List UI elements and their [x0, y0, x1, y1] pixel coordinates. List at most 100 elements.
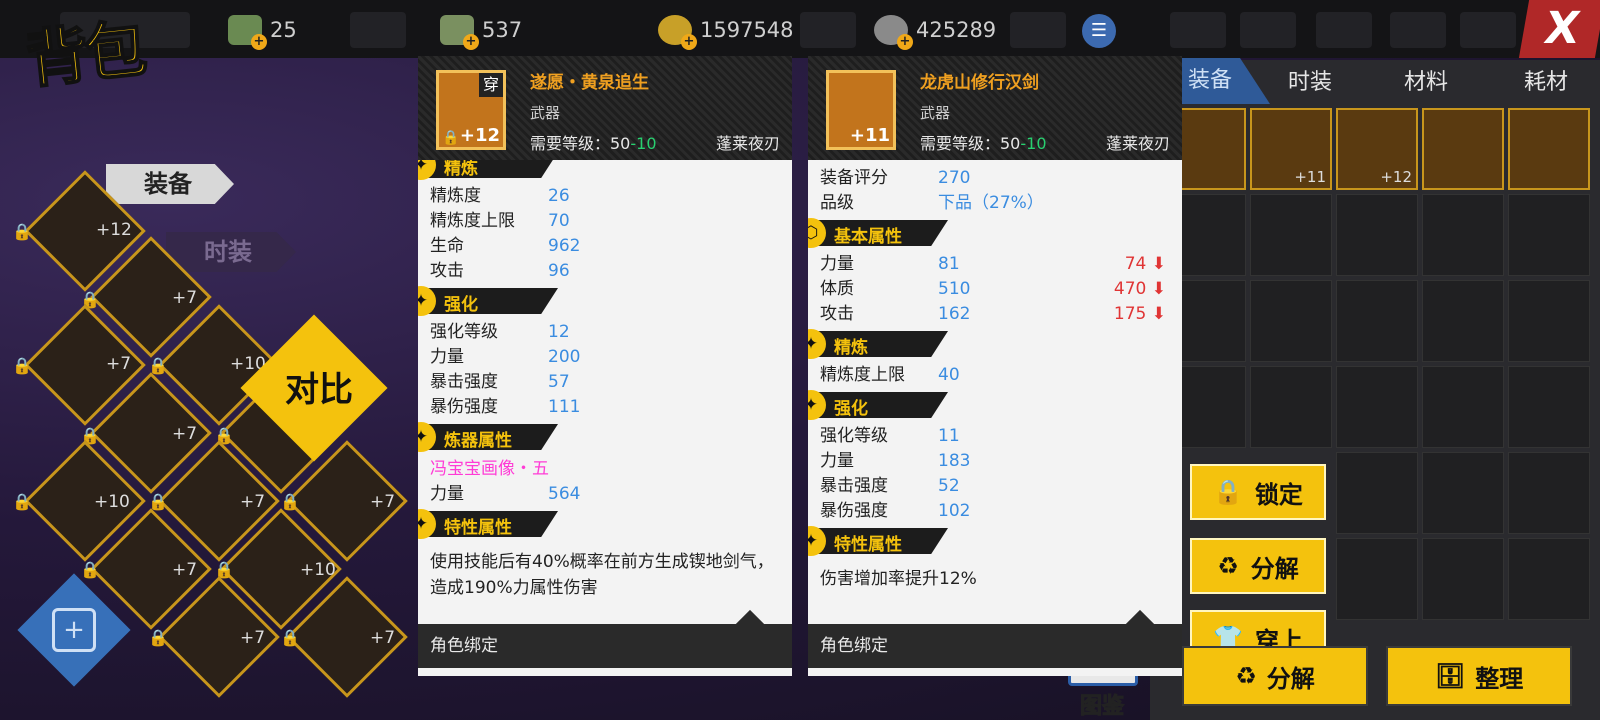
inventory-item[interactable]: +11 [1250, 108, 1332, 190]
category-tab-material[interactable]: 材料 [1356, 62, 1496, 104]
lock-icon: 🔒 [80, 560, 100, 579]
top-slot [1010, 12, 1066, 48]
item-requirement: 需要等级：50-10 [920, 130, 1047, 154]
currency-value: 1597548 [700, 18, 794, 42]
inventory-slot[interactable] [1508, 366, 1590, 448]
stat-row: 暴伤强度 111 [430, 397, 581, 417]
organize-button[interactable]: 🗄 整理 [1386, 646, 1572, 706]
inventory-slot[interactable] [1422, 538, 1504, 620]
stat-row: 精炼度上限 40 [820, 365, 960, 385]
tray-icon: 🗄 [1434, 662, 1466, 690]
lock-button[interactable]: 🔒 锁定 [1190, 464, 1326, 520]
tab-fashion[interactable]: 时装 [166, 232, 296, 272]
card-header: 穿 🔒 +12 遂愿・黄泉追生 武器 需要等级：50-10 蓬莱夜刃 [418, 56, 792, 160]
inventory-slot[interactable] [1336, 538, 1418, 620]
top-slot [350, 12, 406, 48]
recycle-icon: ♻ [1235, 662, 1257, 690]
forge-name: 冯宝宝画像・五 [430, 459, 549, 479]
decompose-all-label: 分解 [1266, 664, 1315, 693]
item-level: +11 [1294, 168, 1326, 186]
stat-row: 体质 510 470 ⬇ [820, 279, 1166, 299]
item-level: +12 [459, 125, 500, 146]
currency-ticket[interactable]: + 25 [228, 12, 297, 50]
slot-level: +10 [300, 560, 336, 580]
medkit-icon: + [52, 608, 96, 652]
stat-row: 力量 183 [820, 451, 971, 471]
organize-label: 整理 [1475, 664, 1524, 693]
illustration-label[interactable]: 图鉴 [1079, 688, 1124, 720]
category-tab-consumable[interactable]: 耗材 [1476, 62, 1600, 104]
section-header: ✦ 特性属性 [418, 509, 558, 539]
inventory-slot[interactable] [1508, 452, 1590, 534]
arrow-down-icon: ⬇ [1151, 254, 1166, 274]
tab-equipment[interactable]: 装备 [106, 164, 234, 204]
stat-row: 攻击 96 [430, 261, 570, 281]
stat-row: 暴击强度 52 [820, 476, 960, 496]
lock-icon: 🔒 [1213, 478, 1243, 506]
currency-value: 25 [270, 18, 297, 42]
requirement-bonus: -10 [630, 134, 657, 153]
top-slot [800, 12, 856, 48]
inventory-slot[interactable] [1336, 366, 1418, 448]
lock-label: 锁定 [1254, 480, 1303, 509]
inventory-slot[interactable] [1336, 280, 1418, 362]
currency-gold[interactable]: + 1597548 [658, 12, 794, 50]
currency-silver[interactable]: + 425289 [874, 12, 997, 50]
lock-icon: 🔒 [148, 628, 168, 647]
worn-tag: 穿 [479, 73, 503, 97]
compare-label: 对比 [285, 370, 353, 410]
section-header: ✦ 强化 [808, 390, 948, 420]
item-name: 龙虎山修行汉剑 [920, 73, 1039, 93]
inventory-slot[interactable] [1422, 366, 1504, 448]
inventory-slot[interactable] [1336, 194, 1418, 276]
inventory-slot[interactable] [1336, 452, 1418, 534]
section-header: ⬡ 基本属性 [808, 218, 948, 248]
close-button[interactable]: X [1518, 0, 1600, 58]
menu-icon[interactable]: ☰ [1082, 14, 1116, 48]
lock-icon: 🔒 [12, 356, 32, 375]
currency-cash[interactable]: + 537 [440, 12, 523, 50]
stat-row: 精炼度上限 70 [430, 211, 570, 231]
top-slot [1240, 12, 1296, 48]
item-level: +11 [849, 125, 890, 146]
inventory-slot[interactable] [1422, 452, 1504, 534]
inventory-item[interactable] [1422, 108, 1504, 190]
stat-row: 强化等级 11 [820, 426, 960, 446]
top-slot [1390, 12, 1446, 48]
inventory-slot[interactable] [1508, 194, 1590, 276]
stat-row: 精炼度 26 [430, 186, 570, 206]
inventory-slot[interactable] [1250, 194, 1332, 276]
inventory-slot[interactable] [1508, 280, 1590, 362]
item-card-current: 穿 🔒 +12 遂愿・黄泉追生 武器 需要等级：50-10 蓬莱夜刃 ✦ 精炼 精… [418, 56, 792, 676]
decompose-button[interactable]: ♻ 分解 [1190, 538, 1326, 594]
slot-level: +7 [240, 492, 266, 512]
section-header: ✦ 精炼 [418, 160, 558, 180]
stat-row: 力量 200 [430, 347, 581, 367]
currency-value: 537 [482, 18, 523, 42]
decompose-label: 分解 [1250, 554, 1299, 583]
stat-row: 装备评分 270 [820, 168, 971, 188]
lock-icon: 🔒 [214, 560, 234, 579]
inventory-item[interactable] [1508, 108, 1590, 190]
decompose-all-button[interactable]: ♻ 分解 [1182, 646, 1368, 706]
slot-level: +10 [94, 492, 130, 512]
inventory-slot[interactable] [1250, 280, 1332, 362]
item-type: 武器 [530, 104, 561, 122]
requirement-text: 需要等级：50 [920, 134, 1021, 153]
inventory-slot[interactable] [1422, 280, 1504, 362]
currency-value: 425289 [916, 18, 997, 42]
section-header: ✦ 强化 [418, 286, 558, 316]
inventory-slot[interactable] [1508, 538, 1590, 620]
top-bar: + 25 + 537 + 1597548 + 425289 [0, 0, 1600, 58]
item-set: 蓬莱夜刃 [715, 134, 780, 153]
inventory-slot[interactable] [1422, 194, 1504, 276]
card-body: 装备评分 270 品级 下品（27%） ⬡ 基本属性 力量 81 74 ⬇ 体质 510 47… [808, 160, 1182, 624]
binding-footer: 角色绑定 [808, 624, 1182, 668]
stat-row: 力量 564 [430, 484, 581, 504]
slot-level: +7 [172, 560, 198, 580]
stat-row: 暴击强度 57 [430, 372, 570, 392]
lock-icon: 🔒 [12, 492, 32, 511]
inventory-slot[interactable] [1250, 366, 1332, 448]
slot-level: +12 [96, 220, 132, 240]
inventory-item[interactable]: +12 [1336, 108, 1418, 190]
